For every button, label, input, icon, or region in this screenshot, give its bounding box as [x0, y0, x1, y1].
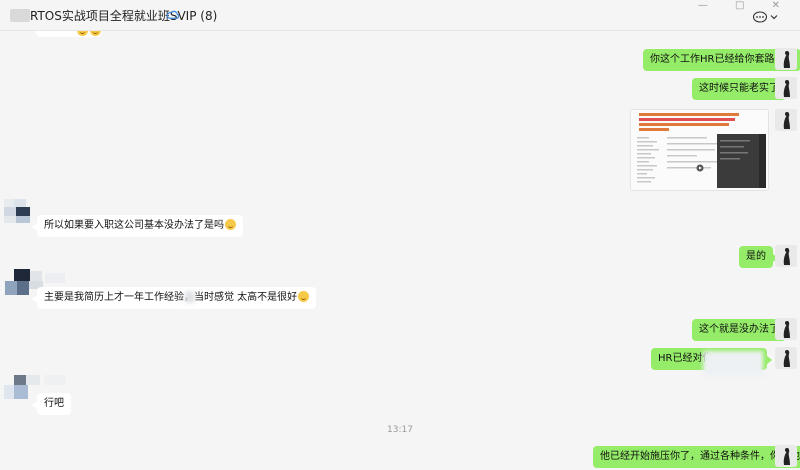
message-text: 主要是我简历上才一年工作经验，当时感觉 太高不是很好	[44, 292, 298, 303]
redacted-group-prefix	[10, 9, 30, 22]
window-controls[interactable]: — □ ✕	[698, 0, 792, 11]
title-bar: RTOS实战项目全程就业班SVIP (8) — □ ✕	[0, 0, 800, 31]
redacted-text	[185, 291, 195, 303]
chat-title[interactable]: RTOS实战项目全程就业班SVIP (8)	[30, 7, 217, 24]
sweat-smile-emoji-icon	[298, 291, 310, 302]
cloud-sync-icon	[167, 10, 180, 19]
avatar[interactable]	[4, 199, 38, 223]
message-bubble-other[interactable]: 主要是我简历上才一年工作经验，当时感觉 太高不是很好	[31, 287, 317, 309]
sweat-smile-emoji-icon	[225, 219, 236, 230]
message-bubble-other[interactable]: 所以如果要入职这公司基本没办法了是吗	[32, 215, 243, 237]
message-bubble-mine[interactable]: 这时候只能老实了	[692, 78, 791, 100]
avatar[interactable]	[775, 245, 797, 267]
message-bubble-mine[interactable]: 他已经开始施压你了，通过各种条件，你看他说的	[593, 446, 800, 468]
message-bubble-other[interactable]: 行吧	[32, 393, 71, 415]
message-bubble-mine[interactable]: 这个就是没办法了	[692, 319, 791, 341]
avatar[interactable]	[775, 347, 797, 369]
avatar[interactable]	[775, 109, 797, 131]
chat-bubble-more-icon[interactable]	[752, 11, 768, 23]
chevron-down-icon[interactable]	[770, 13, 778, 21]
avatar[interactable]	[775, 318, 797, 340]
redacted-text	[703, 351, 763, 377]
timestamp: 13:17	[387, 425, 413, 435]
message-bubble-mine[interactable]: 是的	[739, 246, 778, 268]
message-text: 所以如果要入职这公司基本没办法了是吗	[44, 220, 224, 231]
avatar[interactable]	[775, 445, 797, 467]
avatar[interactable]	[775, 77, 797, 99]
avatar[interactable]	[775, 48, 797, 70]
image-message[interactable]	[630, 109, 769, 191]
chat-message-list[interactable]: 你这个工作HR已经给你套路住了 这时候只能老实了 所以如果要入职这公司基本没办法…	[0, 31, 800, 470]
